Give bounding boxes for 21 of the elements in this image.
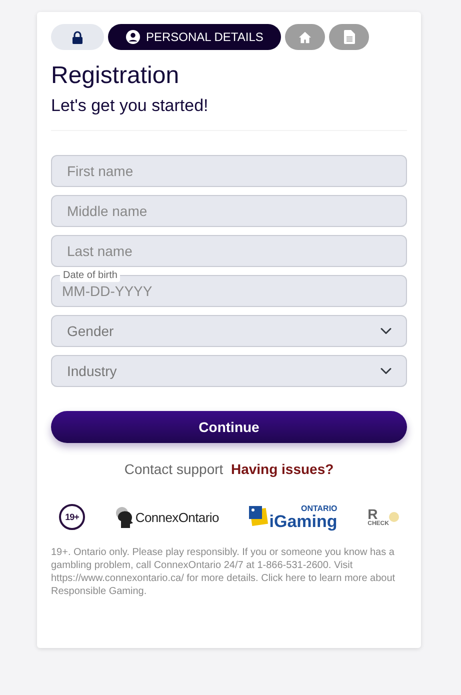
field-label: Date of birth: [60, 270, 120, 282]
igaming-ontario-logo: ONTARIO iGaming: [249, 504, 338, 530]
document-icon: [344, 30, 355, 44]
subtitle: Let's get you started!: [51, 94, 210, 117]
select-field[interactable]: Industry: [51, 355, 407, 388]
support-link[interactable]: Having issues?: [230, 461, 334, 478]
page-title: Registration: [51, 62, 180, 91]
input-field[interactable]: First name: [51, 155, 407, 188]
disclaimer-text: 19+. Ontario only. Please play responsibly. If you or someone you know has a gambling problem, call ConnexOntario 24/7 at 1-866-531-2600. Visit https://www.connexontario.ca/ for more details. Click here to learn more about Responsible Gaming.: [51, 546, 396, 598]
step-tab[interactable]: [51, 24, 104, 50]
input-field[interactable]: Last name: [51, 235, 407, 268]
input-field[interactable]: Middle name: [51, 195, 407, 228]
support-text: Contact support: [124, 461, 224, 478]
continue-button[interactable]: Continue: [51, 411, 407, 444]
step-tab[interactable]: PERSONAL DETAILS: [108, 24, 282, 50]
home-icon: [299, 30, 312, 44]
select-field[interactable]: Gender: [51, 315, 407, 348]
user-icon: [126, 30, 140, 44]
lock-icon: [72, 30, 83, 44]
age-limit-logo: 19+: [59, 504, 85, 530]
connexontario-logo: ConnexOntario: [115, 506, 219, 528]
